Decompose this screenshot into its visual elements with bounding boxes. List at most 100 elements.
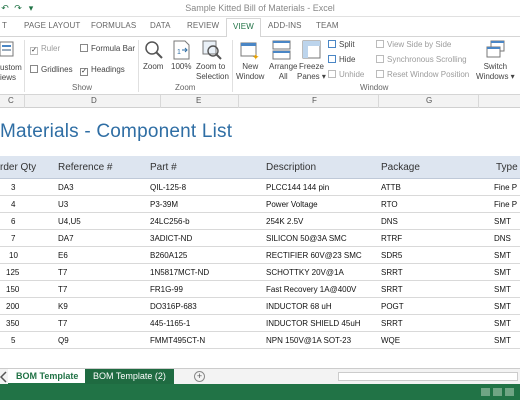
tab-view[interactable]: VIEW [226, 18, 261, 38]
cell-description[interactable]: INDUCTOR 68 uH [266, 302, 332, 311]
cell-qty[interactable]: 6 [11, 217, 15, 226]
cell-part[interactable]: 3ADICT-ND [150, 234, 192, 243]
cell-package[interactable]: SRRT [381, 285, 403, 294]
freeze-panes-button[interactable]: Freeze Panes ▾ [297, 62, 326, 82]
cell-part[interactable]: QIL-125-8 [150, 183, 186, 192]
tab-review[interactable]: REVIEW [187, 21, 219, 37]
unhide-button[interactable]: Unhide [328, 70, 364, 79]
header-order-qty[interactable]: rder Qty [0, 162, 36, 173]
cell-type[interactable]: DNS [494, 234, 511, 243]
cell-part[interactable]: FMMT495CT-N [150, 336, 205, 345]
cell-part[interactable]: 445-1165-1 [150, 319, 190, 328]
table-row[interactable]: 4 U3 P3-39M Power Voltage RTO Fine P [0, 197, 520, 213]
horizontal-scrollbar[interactable] [338, 372, 518, 381]
cell-type[interactable]: Fine P [494, 200, 517, 209]
table-row[interactable]: 350 T7 445-1165-1 INDUCTOR SHIELD 45uH S… [0, 316, 520, 332]
header-reference[interactable]: Reference # [58, 162, 112, 173]
cell-type[interactable]: SMT [494, 285, 511, 294]
worksheet[interactable]: Materials - Component List rder Qty Refe… [0, 108, 520, 368]
gridlines-checkbox[interactable]: Gridlines [30, 65, 73, 74]
new-window-icon[interactable]: ✦ [240, 40, 260, 60]
cell-part[interactable]: P3-39M [150, 200, 178, 209]
cell-part[interactable]: B260A125 [150, 251, 187, 260]
zoom-100-button[interactable]: 100% [171, 62, 191, 71]
table-row[interactable]: 150 T7 FR1G-99 Fast Recovery 1A@400V SRR… [0, 282, 520, 298]
custom-views-icon[interactable] [0, 40, 16, 58]
cell-type[interactable]: SMT [494, 302, 511, 311]
column-divider[interactable] [378, 95, 379, 108]
cell-qty[interactable]: 125 [6, 268, 19, 277]
cell-reference[interactable]: Q9 [58, 336, 69, 345]
page-layout-view-icon[interactable] [493, 388, 502, 396]
tab-add-ins[interactable]: ADD-INS [268, 21, 302, 37]
cell-description[interactable]: SCHOTTKY 20V@1A [266, 268, 344, 277]
cell-reference[interactable]: T7 [58, 285, 67, 294]
cell-qty[interactable]: 5 [11, 336, 15, 345]
column-header-f[interactable]: F [312, 96, 317, 105]
cell-description[interactable]: Fast Recovery 1A@400V [266, 285, 356, 294]
sheet-tab-bom-template[interactable]: BOM Template [8, 369, 87, 385]
cell-qty[interactable]: 10 [9, 251, 18, 260]
formula-bar-checkbox[interactable]: Formula Bar [80, 44, 135, 53]
column-header-d[interactable]: D [91, 96, 97, 105]
cell-part[interactable]: FR1G-99 [150, 285, 183, 294]
cell-reference[interactable]: U3 [58, 200, 68, 209]
table-row[interactable]: 200 K9 DO316P-683 INDUCTOR 68 uH POGT SM… [0, 299, 520, 315]
table-row[interactable]: 125 T7 1N5817MCT-ND SCHOTTKY 20V@1A SRRT… [0, 265, 520, 281]
cell-reference[interactable]: U4,U5 [58, 217, 81, 226]
table-row[interactable]: 10 E6 B260A125 RECTIFIER 60V@23 SMC SDR5… [0, 248, 520, 264]
headings-checkbox[interactable]: ✓ Headings [80, 65, 125, 76]
custom-views-button[interactable]: ustom iews [0, 63, 22, 83]
header-package[interactable]: Package [381, 162, 420, 173]
hide-button[interactable]: Hide [328, 55, 355, 64]
cell-type[interactable]: SMT [494, 319, 511, 328]
column-divider[interactable] [24, 95, 25, 108]
cell-package[interactable]: SRRT [381, 319, 403, 328]
cell-qty[interactable]: 7 [11, 234, 15, 243]
cell-qty[interactable]: 3 [11, 183, 15, 192]
cell-package[interactable]: ATTB [381, 183, 401, 192]
cell-part[interactable]: 1N5817MCT-ND [150, 268, 209, 277]
cell-part[interactable]: DO316P-683 [150, 302, 197, 311]
freeze-panes-icon[interactable] [302, 40, 322, 60]
new-window-button[interactable]: New Window [236, 62, 264, 82]
add-sheet-button[interactable]: + [194, 371, 205, 382]
zoom-to-selection-icon[interactable] [202, 40, 222, 60]
cell-qty[interactable]: 200 [6, 302, 19, 311]
reset-window-position-button[interactable]: Reset Window Position [376, 70, 469, 79]
column-divider[interactable] [160, 95, 161, 108]
zoom-to-selection-button[interactable]: Zoom to Selection [196, 62, 229, 82]
column-header-c[interactable]: C [8, 96, 14, 105]
arrange-all-icon[interactable] [272, 40, 292, 60]
view-side-by-side-button[interactable]: View Side by Side [376, 40, 451, 49]
cell-package[interactable]: SRRT [381, 268, 403, 277]
cell-reference[interactable]: K9 [58, 302, 68, 311]
tab-page-layout[interactable]: PAGE LAYOUT [24, 21, 80, 37]
cell-reference[interactable]: DA7 [58, 234, 74, 243]
sheet-nav-left-icon[interactable] [0, 371, 8, 383]
cell-qty[interactable]: 150 [6, 285, 19, 294]
tab-data[interactable]: DATA [150, 21, 171, 37]
cell-package[interactable]: WQE [381, 336, 400, 345]
cell-package[interactable]: DNS [381, 217, 398, 226]
cell-qty[interactable]: 350 [6, 319, 19, 328]
cell-part[interactable]: 24LC256-b [150, 217, 190, 226]
column-header-g[interactable]: G [426, 96, 432, 105]
cell-type[interactable]: SMT [494, 251, 511, 260]
column-divider[interactable] [478, 95, 479, 108]
sheet-title[interactable]: Materials - Component List [0, 121, 232, 143]
sheet-tab-bom-template-2[interactable]: BOM Template (2) [85, 369, 174, 385]
cell-package[interactable]: POGT [381, 302, 404, 311]
split-button[interactable]: Split [328, 40, 355, 49]
table-row[interactable]: 5 Q9 FMMT495CT-N NPN 150V@1A SOT-23 WQE … [0, 333, 520, 349]
header-part[interactable]: Part # [150, 162, 177, 173]
normal-view-icon[interactable] [481, 388, 490, 396]
cell-reference[interactable]: DA3 [58, 183, 74, 192]
cell-type[interactable]: SMT [494, 268, 511, 277]
header-description[interactable]: Description [266, 162, 316, 173]
zoom-icon[interactable] [144, 40, 164, 60]
cell-description[interactable]: NPN 150V@1A SOT-23 [266, 336, 351, 345]
cell-reference[interactable]: E6 [58, 251, 68, 260]
table-row[interactable]: 6 U4,U5 24LC256-b 254K 2.5V DNS SMT [0, 214, 520, 230]
cell-description[interactable]: RECTIFIER 60V@23 SMC [266, 251, 362, 260]
